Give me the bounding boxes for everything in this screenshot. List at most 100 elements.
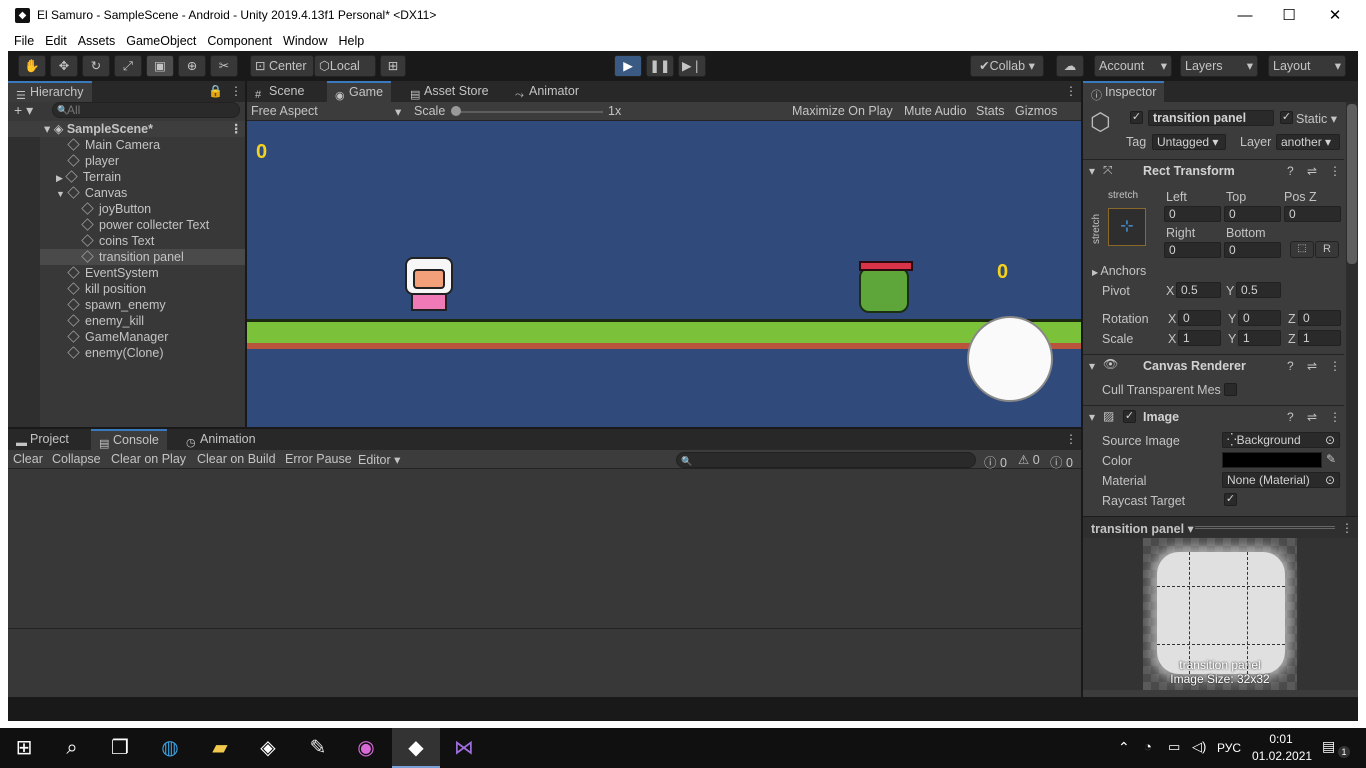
scene-row[interactable]: ▾ ◈ SampleScene* ⋮ bbox=[8, 121, 245, 137]
image-enabled-checkbox[interactable]: ✓ bbox=[1123, 410, 1136, 423]
list-item[interactable]: player bbox=[67, 153, 119, 169]
editor-dropdown[interactable]: Editor ▾ bbox=[358, 452, 400, 467]
scale-tool-icon[interactable]: ⤢ bbox=[114, 55, 142, 77]
battery-icon[interactable]: ▭ bbox=[1168, 739, 1180, 755]
hierarchy-search-input[interactable]: 🔍 All bbox=[52, 102, 240, 118]
pivot-local-button[interactable]: ⬡Local bbox=[314, 55, 376, 77]
game-view[interactable]: 0 0 bbox=[247, 121, 1081, 427]
pivot-center-button[interactable]: ⊡ Center bbox=[250, 55, 314, 77]
preview-header[interactable]: transition panel ▾ ⋮ bbox=[1083, 516, 1358, 538]
console-menu-icon[interactable]: ⋮ bbox=[1065, 432, 1077, 446]
cull-transparent-checkbox[interactable] bbox=[1224, 383, 1237, 396]
step-button[interactable]: ▶❘ bbox=[678, 55, 706, 77]
stats-toggle[interactable]: Stats bbox=[976, 104, 1005, 118]
clear-button[interactable]: Clear bbox=[13, 452, 43, 466]
mute-audio-toggle[interactable]: Mute Audio bbox=[904, 104, 967, 118]
file-explorer-icon[interactable]: ▰ bbox=[196, 728, 244, 768]
posz-field[interactable]: 0 bbox=[1284, 206, 1341, 222]
rect-tool-icon[interactable]: ▣ bbox=[146, 55, 174, 77]
raw-edit-button[interactable]: R bbox=[1315, 241, 1339, 258]
inspector-scrollbar-thumb[interactable] bbox=[1347, 104, 1357, 264]
custom-tool-icon[interactable]: ✂ bbox=[210, 55, 238, 77]
warning-count-toggle[interactable]: ⚠ 0 bbox=[1018, 452, 1040, 467]
list-item[interactable]: power collecter Text bbox=[81, 217, 209, 233]
component-menu-icon[interactable]: ⋮ bbox=[1329, 164, 1341, 178]
cloud-icon[interactable]: ☁ bbox=[1056, 55, 1084, 77]
error-pause-button[interactable]: Error Pause bbox=[285, 452, 352, 466]
snap-icon[interactable]: ⊞ bbox=[380, 55, 406, 77]
tab-animator[interactable]: ⤳ Animator bbox=[507, 81, 587, 102]
pause-button[interactable]: ❚❚ bbox=[646, 55, 674, 77]
canvas-renderer-header[interactable]: ▾ 👁 Canvas Renderer ? ⇌ ⋮ bbox=[1083, 354, 1344, 376]
add-button[interactable]: + ▾ bbox=[14, 102, 33, 119]
eyedropper-icon[interactable]: ✎ bbox=[1326, 452, 1336, 466]
tab-project[interactable]: ▬ Project bbox=[8, 429, 77, 450]
menu-window[interactable]: Window bbox=[277, 31, 332, 48]
search-icon[interactable]: ⌕ bbox=[48, 728, 96, 768]
list-item[interactable]: joyButton bbox=[81, 201, 151, 217]
preview-title-dropdown[interactable]: transition panel ▾ bbox=[1091, 521, 1194, 536]
aspect-dropdown[interactable]: Free Aspect bbox=[251, 104, 318, 118]
panel-menu-icon[interactable]: ⋮ bbox=[1065, 84, 1077, 98]
tag-dropdown[interactable]: Untagged ▾ bbox=[1152, 134, 1226, 150]
aspect-dropdown-arrow-icon[interactable]: ▾ bbox=[395, 104, 401, 119]
list-item[interactable]: EventSystem bbox=[67, 265, 159, 281]
anchors-foldout[interactable]: ▶ Anchors bbox=[1092, 264, 1146, 278]
scale-x-field[interactable]: 1 bbox=[1178, 330, 1221, 346]
media-app-icon[interactable]: ◉ bbox=[342, 728, 390, 768]
list-item[interactable]: kill position bbox=[67, 281, 146, 297]
left-field[interactable]: 0 bbox=[1164, 206, 1221, 222]
help-icon[interactable]: ? bbox=[1287, 164, 1294, 178]
layout-dropdown[interactable]: Layout ▾ bbox=[1268, 55, 1346, 77]
component-menu-icon[interactable]: ⋮ bbox=[1329, 359, 1341, 373]
active-checkbox[interactable]: ✓ bbox=[1130, 111, 1143, 124]
scale-slider-track[interactable] bbox=[453, 111, 603, 113]
collab-button[interactable]: ✔Collab ▾ bbox=[970, 55, 1044, 77]
menu-kebab-icon[interactable]: ⋮ bbox=[230, 84, 242, 98]
list-item[interactable]: spawn_enemy bbox=[67, 297, 166, 313]
volume-icon[interactable]: ◁) bbox=[1192, 739, 1206, 755]
list-item-selected[interactable]: transition panel bbox=[40, 249, 245, 265]
static-label[interactable]: Static ▾ bbox=[1296, 111, 1337, 126]
menu-gameobject[interactable]: GameObject bbox=[120, 31, 201, 48]
tab-game[interactable]: ◉ Game bbox=[327, 81, 392, 102]
visual-studio-icon[interactable]: ⋈ bbox=[440, 728, 488, 768]
rect-transform-header[interactable]: ▾ ⤧ Rect Transform ? ⇌ ⋮ bbox=[1083, 159, 1344, 181]
unity-editor-icon[interactable]: ◆ bbox=[392, 728, 440, 768]
preview-drag-handle[interactable] bbox=[1195, 526, 1335, 529]
rotate-tool-icon[interactable]: ↻ bbox=[82, 55, 110, 77]
menu-assets[interactable]: Assets bbox=[72, 31, 121, 48]
console-search-input[interactable]: 🔍 bbox=[676, 452, 976, 468]
lock-icon[interactable]: 🔒 bbox=[208, 84, 223, 98]
menu-help[interactable]: Help bbox=[332, 31, 369, 48]
list-item[interactable]: ▼ Canvas bbox=[56, 185, 127, 201]
account-dropdown[interactable]: Account ▾ bbox=[1094, 55, 1172, 77]
clock-time[interactable]: 0:01 bbox=[1258, 732, 1304, 746]
preset-icon[interactable]: ⇌ bbox=[1307, 410, 1317, 424]
windows-start-icon[interactable]: ⊞ bbox=[0, 728, 48, 768]
clear-on-build-button[interactable]: Clear on Build bbox=[197, 452, 276, 466]
image-component-header[interactable]: ▾ ▨ ✓ Image ? ⇌ ⋮ bbox=[1083, 405, 1344, 427]
scale-slider-handle[interactable] bbox=[451, 106, 461, 116]
log-count-toggle[interactable]: ⓘ 0 bbox=[984, 452, 1007, 471]
pivot-x-field[interactable]: 0.5 bbox=[1176, 282, 1221, 298]
scale-y-field[interactable]: 1 bbox=[1238, 330, 1281, 346]
network-icon[interactable]: ◔ bbox=[1144, 739, 1152, 754]
preset-icon[interactable]: ⇌ bbox=[1307, 359, 1317, 373]
list-item[interactable]: ▶ Terrain bbox=[56, 169, 121, 185]
material-field[interactable]: None (Material) ⊙ bbox=[1222, 472, 1340, 488]
blueprint-mode-icon[interactable]: ⬚ bbox=[1290, 241, 1314, 258]
rotation-x-field[interactable]: 0 bbox=[1178, 310, 1221, 326]
clock-date[interactable]: 01.02.2021 bbox=[1252, 749, 1312, 763]
tab-console[interactable]: ▤ Console bbox=[91, 429, 167, 450]
clear-on-play-button[interactable]: Clear on Play bbox=[111, 452, 186, 466]
source-image-field[interactable]: ⁛Background ⊙ bbox=[1222, 432, 1340, 448]
close-button[interactable]: ✕ bbox=[1312, 0, 1358, 31]
task-view-icon[interactable]: ❐ bbox=[96, 728, 144, 768]
right-field[interactable]: 0 bbox=[1164, 242, 1221, 258]
maximize-on-play-toggle[interactable]: Maximize On Play bbox=[792, 104, 893, 118]
list-item[interactable]: enemy(Clone) bbox=[67, 345, 164, 361]
rotation-z-field[interactable]: 0 bbox=[1298, 310, 1341, 326]
error-count-toggle[interactable]: ⓘ 0 bbox=[1050, 452, 1073, 471]
hand-tool-icon[interactable]: ✋ bbox=[18, 55, 46, 77]
